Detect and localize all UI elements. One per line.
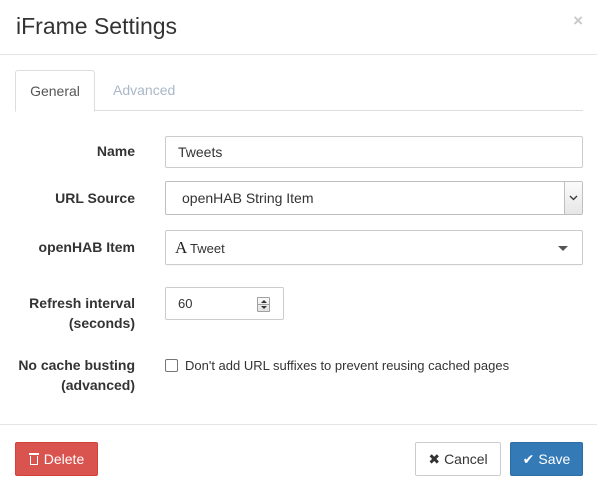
delete-button[interactable]: Delete xyxy=(15,442,98,476)
close-button[interactable]: × xyxy=(573,12,583,29)
url-source-label: URL Source xyxy=(55,190,135,206)
chevron-down-icon xyxy=(564,182,582,214)
check-icon: ✔ xyxy=(522,451,535,467)
delete-button-label: Delete xyxy=(43,451,85,467)
settings-tabs: General Advanced xyxy=(15,70,583,112)
no-cache-busting-checkbox[interactable] xyxy=(165,359,178,372)
name-label: Name xyxy=(96,143,135,159)
tab-general[interactable]: General xyxy=(15,70,95,112)
dialog-header: iFrame Settings × xyxy=(0,0,597,55)
openhab-item-label: openHAB Item xyxy=(38,239,135,255)
close-icon: ✖ xyxy=(428,451,441,467)
cancel-button[interactable]: ✖ Cancel xyxy=(415,442,501,476)
dialog-title: iFrame Settings xyxy=(16,13,178,39)
dialog-footer: Delete ✖ Cancel ✔ Save xyxy=(0,424,597,488)
save-button-label: Save xyxy=(538,451,571,467)
caret-down-icon xyxy=(558,246,568,251)
trash-icon xyxy=(28,453,39,465)
refresh-interval-label-line2: (seconds) xyxy=(68,315,135,331)
openhab-item-select[interactable]: A Tweet xyxy=(165,230,583,265)
no-cache-busting-label-line1: No cache busting xyxy=(18,357,135,373)
name-input[interactable]: Tweets xyxy=(165,136,583,168)
cancel-button-label: Cancel xyxy=(444,451,488,467)
number-spinner[interactable] xyxy=(257,297,270,312)
iframe-settings-dialog: iFrame Settings × General Advanced Name … xyxy=(0,0,597,488)
tab-advanced[interactable]: Advanced xyxy=(97,70,191,111)
no-cache-busting-label: No cache busting (advanced) xyxy=(18,355,135,395)
refresh-interval-label: Refresh interval (seconds) xyxy=(29,293,135,333)
save-button[interactable]: ✔ Save xyxy=(510,442,583,476)
refresh-interval-value: 60 xyxy=(178,296,193,311)
refresh-interval-input[interactable]: 60 xyxy=(165,287,284,320)
no-cache-busting-checkbox-label[interactable]: Don't add URL suffixes to prevent reusin… xyxy=(185,358,509,373)
url-source-select[interactable]: openHAB String Item xyxy=(165,181,583,215)
refresh-interval-label-line1: Refresh interval xyxy=(29,295,135,311)
url-source-value: openHAB String Item xyxy=(182,190,314,206)
string-type-icon: A xyxy=(175,238,188,257)
openhab-item-value: Tweet xyxy=(190,241,225,256)
no-cache-busting-label-line2: (advanced) xyxy=(61,377,135,393)
